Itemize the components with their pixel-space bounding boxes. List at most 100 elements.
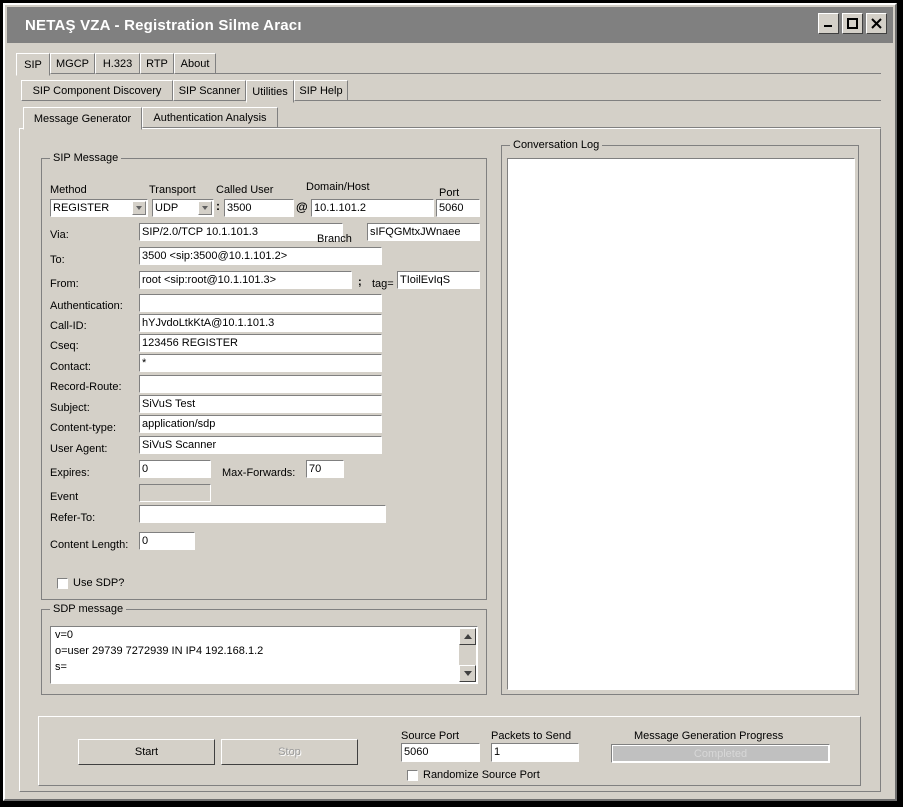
tab-label: About [180,57,210,70]
randomize-source-port-label: Randomize Source Port [423,769,540,781]
via-label: Via: [50,229,69,241]
refer-to-input[interactable] [139,505,386,523]
contact-label: Contact: [50,361,91,373]
authentication-label: Authentication: [50,300,123,312]
tab-sip-component-discovery[interactable]: SIP Component Discovery [21,80,173,101]
start-button[interactable]: Start [78,739,215,765]
to-input[interactable]: 3500 <sip:3500@10.1.101.2> [139,247,382,265]
tab-sip-scanner[interactable]: SIP Scanner [173,80,246,101]
expires-label: Expires: [50,467,90,479]
subject-input[interactable]: SiVuS Test [139,395,382,413]
port-input[interactable]: 5060 [436,199,480,217]
subject-label: Subject: [50,402,90,414]
conversation-log-group: Conversation Log [501,139,859,695]
conversation-log-textarea[interactable] [507,158,855,690]
checkbox-icon[interactable] [407,769,418,781]
conversation-log-group-label: Conversation Log [510,139,603,151]
tab-about[interactable]: About [174,53,216,74]
use-sdp-label: Use SDP? [73,577,125,589]
refer-to-label: Refer-To: [50,512,96,524]
called-user-label: Called User [216,184,274,196]
content-length-input[interactable]: 0 [139,532,195,550]
application-window: NETAŞ VZA - Registration Silme Aracı SIP… [3,3,897,801]
branch-label: Branch [317,233,352,245]
message-generation-progress-bar: Completed [611,744,830,763]
sip-message-group-label: SIP Message [50,152,122,164]
transport-select[interactable]: UDP [152,199,214,217]
tab-row1-underline [216,73,881,74]
randomize-source-port-checkbox[interactable]: Randomize Source Port [407,769,540,781]
tab-label: MGCP [56,57,89,70]
content-type-input[interactable]: application/sdp [139,415,382,433]
transport-label: Transport [149,184,196,196]
stop-button-label: Stop [278,746,301,758]
user-agent-label: User Agent: [50,443,108,455]
tab-mgcp[interactable]: MGCP [50,53,95,74]
tab-sip[interactable]: SIP [16,53,50,76]
use-sdp-checkbox[interactable]: Use SDP? [57,577,124,589]
call-id-input[interactable]: hYJvdoLtkKtA@10.1.101.3 [139,314,382,332]
sdp-message-group-label: SDP message [50,603,127,615]
window-controls [818,13,887,34]
tab-sip-help[interactable]: SIP Help [294,80,348,101]
sdp-line: s= [55,661,67,673]
message-generation-progress-label: Message Generation Progress [634,730,784,742]
tab-label: SIP Scanner [178,84,241,97]
tab-label: SIP Component Discovery [32,84,162,97]
colon-separator: : [216,199,220,213]
contact-input[interactable]: * [139,354,382,372]
tab-label: Utilities [252,85,288,98]
authentication-input[interactable] [139,294,382,312]
tab-label: SIP Help [299,84,343,97]
event-input[interactable] [139,484,211,502]
tab-authentication-analysis[interactable]: Authentication Analysis [142,107,278,128]
sdp-line: o=user 29739 7272939 IN IP4 192.168.1.2 [55,645,264,657]
tab-message-generator[interactable]: Message Generator [23,107,142,130]
domain-host-input[interactable]: 10.1.101.2 [311,199,434,217]
tag-input[interactable]: TIoilEvIqS [397,271,480,289]
tab-h323[interactable]: H.323 [95,53,140,74]
minimize-icon[interactable] [818,13,839,34]
called-user-input[interactable]: 3500 [224,199,294,217]
cseq-input[interactable]: 123456 REGISTER [139,334,382,352]
sip-message-group: SIP Message Method Transport Called User… [41,152,487,600]
branch-input[interactable]: sIFQGMtxJWnaee [367,223,480,241]
scroll-down-icon[interactable] [459,665,476,682]
user-agent-input[interactable]: SiVuS Scanner [139,436,382,454]
tab-utilities[interactable]: Utilities [246,80,294,103]
tab-rtp[interactable]: RTP [140,53,174,74]
chevron-down-icon[interactable] [198,201,212,215]
tab-label: Message Generator [33,112,132,125]
chevron-down-icon[interactable] [132,201,146,215]
record-route-input[interactable] [139,375,382,393]
scroll-up-icon[interactable] [459,628,476,645]
sdp-line: v=0 [55,629,74,641]
sdp-scrollbar[interactable] [459,628,476,682]
max-forwards-input[interactable]: 70 [306,460,344,478]
domain-host-label: Domain/Host [306,181,370,193]
method-label: Method [50,184,87,196]
sdp-message-group: SDP message v=0 o=user 29739 7272939 IN … [41,603,487,695]
expires-input[interactable]: 0 [139,460,211,478]
maximize-icon[interactable] [842,13,863,34]
packets-to-send-input[interactable]: 1 [491,743,579,762]
window-title: NETAŞ VZA - Registration Silme Aracı [25,16,302,34]
transport-value: UDP [155,202,179,214]
tab-label: Authentication Analysis [153,111,267,124]
checkbox-icon[interactable] [57,577,68,589]
method-select[interactable]: REGISTER [50,199,148,217]
tab-row2-underline [348,100,881,101]
via-input[interactable]: SIP/2.0/TCP 10.1.101.3 [139,223,343,241]
method-value: REGISTER [53,202,110,214]
port-label: Port [439,187,460,199]
stop-button[interactable]: Stop [221,739,358,765]
start-button-label: Start [134,746,159,758]
sdp-message-textarea[interactable]: v=0 o=user 29739 7272939 IN IP4 192.168.… [50,626,478,684]
content-length-label: Content Length: [50,539,129,551]
source-port-input[interactable]: 5060 [401,743,480,762]
from-input[interactable]: root <sip:root@10.1.101.3> [139,271,352,289]
tag-label: tag= [372,278,394,290]
event-label: Event [50,491,79,503]
close-icon[interactable] [866,13,887,34]
cseq-label: Cseq: [50,340,79,352]
